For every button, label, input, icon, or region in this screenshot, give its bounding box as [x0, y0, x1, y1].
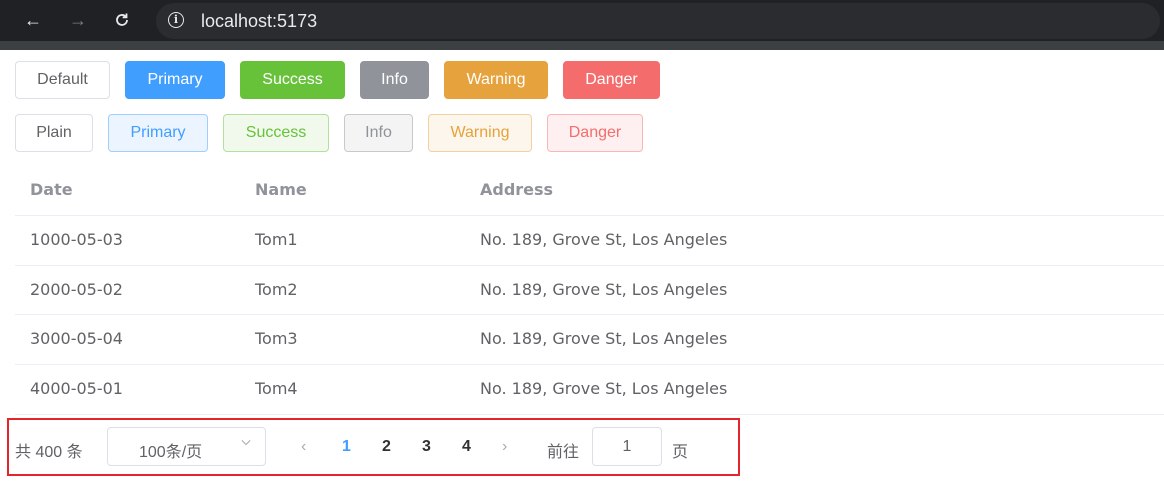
warning-button[interactable]: Warning — [444, 61, 548, 99]
table-header-name: Name — [255, 180, 307, 199]
back-arrow-icon[interactable]: ← — [23, 10, 43, 30]
success-button[interactable]: Success — [240, 61, 345, 99]
page-number-2[interactable]: 2 — [382, 438, 391, 456]
reload-icon[interactable] — [112, 10, 132, 30]
table-header-date: Date — [30, 180, 73, 199]
forward-arrow-icon[interactable]: → — [68, 10, 88, 30]
date-cell: 3000-05-04 — [30, 329, 123, 348]
address-cell: No. 189, Grove St, Los Angeles — [480, 379, 728, 398]
name-cell: Tom1 — [255, 230, 298, 249]
url-text: localhost:5173 — [201, 11, 318, 31]
address-cell: No. 189, Grove St, Los Angeles — [480, 280, 728, 299]
plain-success-button[interactable]: Success — [223, 114, 329, 152]
pagination-total: 共 400 条 — [15, 444, 83, 461]
table-row-divider — [15, 265, 1164, 266]
table-header-address: Address — [480, 180, 554, 199]
page-number-3[interactable]: 3 — [422, 438, 431, 456]
info-button[interactable]: Info — [360, 61, 429, 99]
page-number-1[interactable]: 1 — [342, 438, 351, 456]
table-row-divider — [15, 215, 1164, 216]
plain-primary-button[interactable]: Primary — [108, 114, 208, 152]
address-cell: No. 189, Grove St, Los Angeles — [480, 329, 728, 348]
address-bar[interactable]: i localhost:5173 — [156, 3, 1160, 39]
chevron-down-icon — [241, 439, 251, 446]
prev-page-button[interactable]: ‹ — [301, 438, 306, 456]
page-size-value: 100条/页 — [139, 444, 203, 461]
danger-button[interactable]: Danger — [563, 61, 660, 99]
date-cell: 4000-05-01 — [30, 379, 123, 398]
goto-page-input[interactable]: 1 — [592, 427, 662, 466]
plain-info-button[interactable]: Info — [344, 114, 413, 152]
default-button[interactable]: Default — [15, 61, 110, 99]
page-suffix: 页 — [672, 444, 689, 461]
page-number-4[interactable]: 4 — [462, 438, 471, 456]
table-row-divider — [15, 364, 1164, 365]
goto-label: 前往 — [547, 444, 580, 461]
table-row-divider — [15, 314, 1164, 315]
browser-toolbar: ← → i localhost:5173 — [0, 0, 1164, 41]
info-icon[interactable]: i — [168, 12, 184, 28]
date-cell: 1000-05-03 — [30, 230, 123, 249]
name-cell: Tom4 — [255, 379, 298, 398]
plain-danger-button[interactable]: Danger — [547, 114, 643, 152]
table-row-divider — [15, 414, 1164, 415]
plain-plain-button[interactable]: Plain — [15, 114, 93, 152]
page-size-select[interactable]: 100条/页 — [107, 427, 266, 466]
date-cell: 2000-05-02 — [30, 280, 123, 299]
name-cell: Tom3 — [255, 329, 298, 348]
name-cell: Tom2 — [255, 280, 298, 299]
next-page-button[interactable]: › — [502, 438, 507, 456]
primary-button[interactable]: Primary — [125, 61, 225, 99]
address-cell: No. 189, Grove St, Los Angeles — [480, 230, 728, 249]
toolbar-divider — [0, 41, 1164, 50]
plain-warning-button[interactable]: Warning — [428, 114, 532, 152]
